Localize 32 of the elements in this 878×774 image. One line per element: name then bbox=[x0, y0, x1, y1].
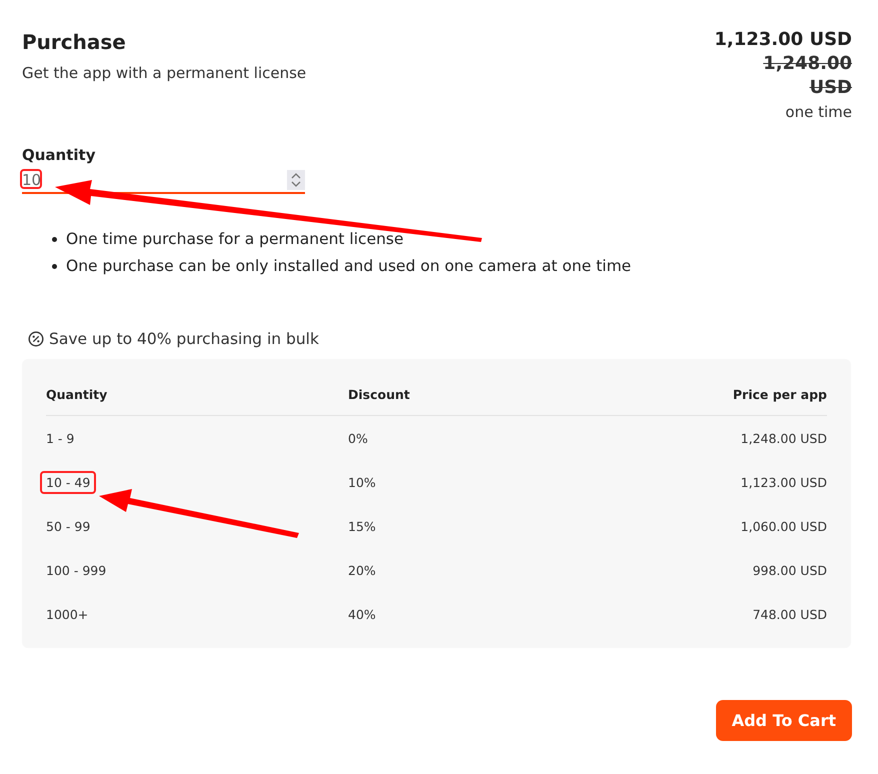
table-cell: 20% bbox=[348, 562, 376, 578]
section-title: Purchase bbox=[22, 30, 127, 54]
original-price: 1,248.00 USD bbox=[762, 52, 852, 100]
table-cell: 10% bbox=[348, 474, 376, 490]
table-cell: 1 - 9 bbox=[46, 430, 74, 446]
table-cell: 1000+ bbox=[46, 606, 88, 622]
bulk-note: Save up to 40% purchasing in bulk bbox=[49, 330, 319, 348]
subtitle: Get the app with a permanent license bbox=[22, 64, 306, 82]
discount-icon bbox=[28, 331, 44, 347]
table-cell: 998.00 USD bbox=[752, 562, 827, 578]
column-header: Quantity bbox=[46, 386, 108, 402]
table-cell: 1,248.00 USD bbox=[740, 430, 827, 446]
table-cell: 40% bbox=[348, 606, 376, 622]
feature-text: One purchase can be only installed and used on one camera at one time bbox=[66, 256, 632, 277]
table-cell: 15% bbox=[348, 518, 376, 534]
feature-text: One time purchase for a permanent license bbox=[66, 229, 404, 250]
bullet-icon bbox=[52, 237, 57, 242]
column-header: Price per app bbox=[732, 386, 827, 402]
quantity-label: Quantity bbox=[22, 146, 96, 164]
bullet-icon bbox=[52, 264, 57, 269]
table-cell: 50 - 99 bbox=[46, 518, 90, 534]
price: 1,123.00 USD bbox=[714, 28, 852, 52]
table-cell: 1,123.00 USD bbox=[740, 474, 827, 490]
table-cell: 10 - 49 bbox=[40, 470, 96, 494]
add-to-cart-button[interactable]: Add To Cart bbox=[716, 700, 852, 741]
spinner-icon[interactable] bbox=[287, 170, 305, 190]
table-cell: 748.00 USD bbox=[752, 606, 827, 622]
price-note: one time bbox=[785, 102, 852, 123]
column-header: Discount bbox=[348, 386, 410, 402]
table-cell: 1,060.00 USD bbox=[740, 518, 827, 534]
table-cell: 100 - 999 bbox=[46, 562, 106, 578]
table-cell: 0% bbox=[348, 430, 368, 446]
